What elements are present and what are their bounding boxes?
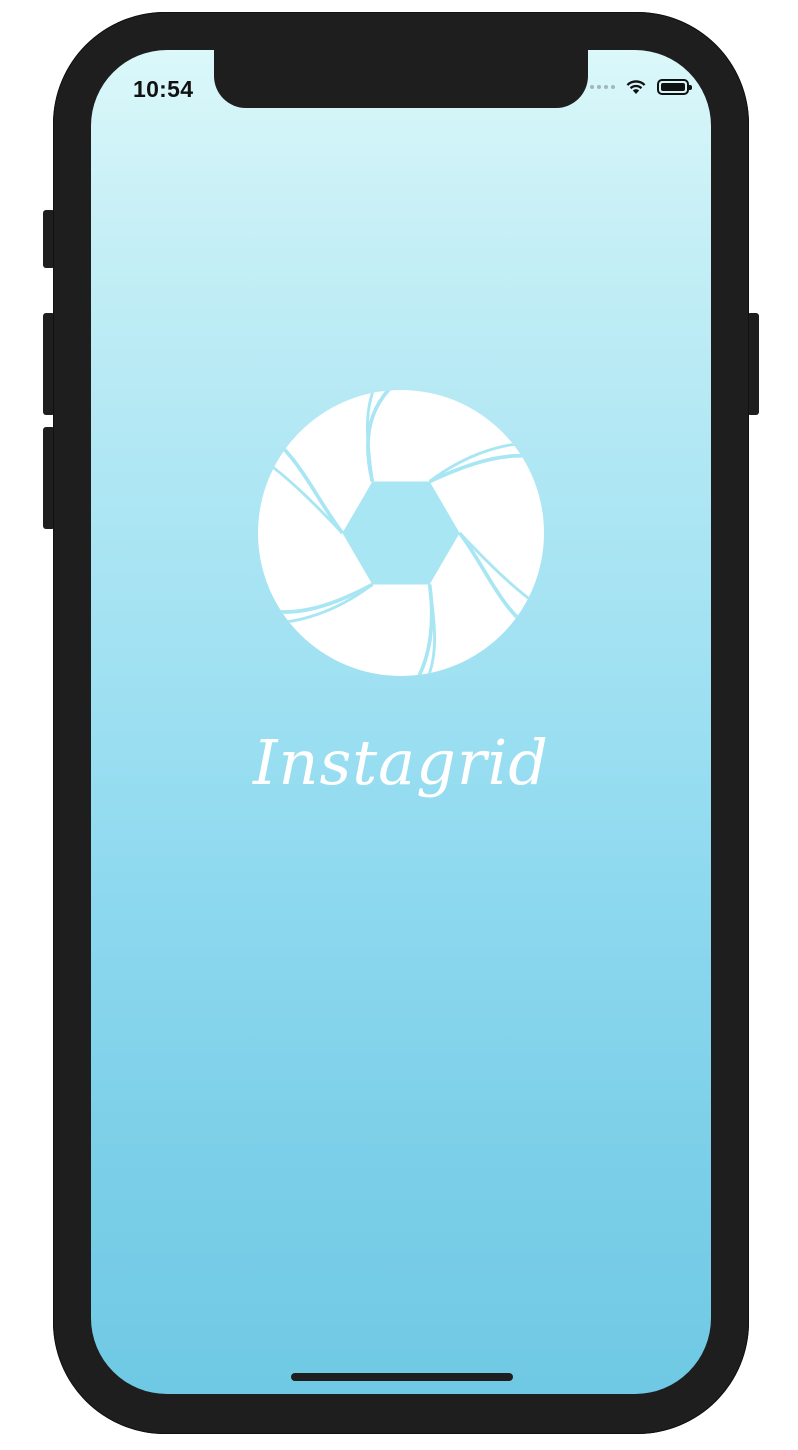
splash-screen: 10:54 Instagrid bbox=[91, 50, 711, 1394]
cellular-signal-icon bbox=[590, 84, 615, 89]
wifi-icon bbox=[626, 80, 646, 94]
notch bbox=[214, 50, 588, 108]
home-indicator[interactable] bbox=[291, 1373, 513, 1381]
status-time: 10:54 bbox=[133, 76, 194, 102]
camera-shutter-icon bbox=[258, 390, 544, 676]
app-name: Instagrid bbox=[253, 726, 549, 799]
status-icons bbox=[590, 78, 692, 95]
battery-icon bbox=[657, 78, 692, 95]
